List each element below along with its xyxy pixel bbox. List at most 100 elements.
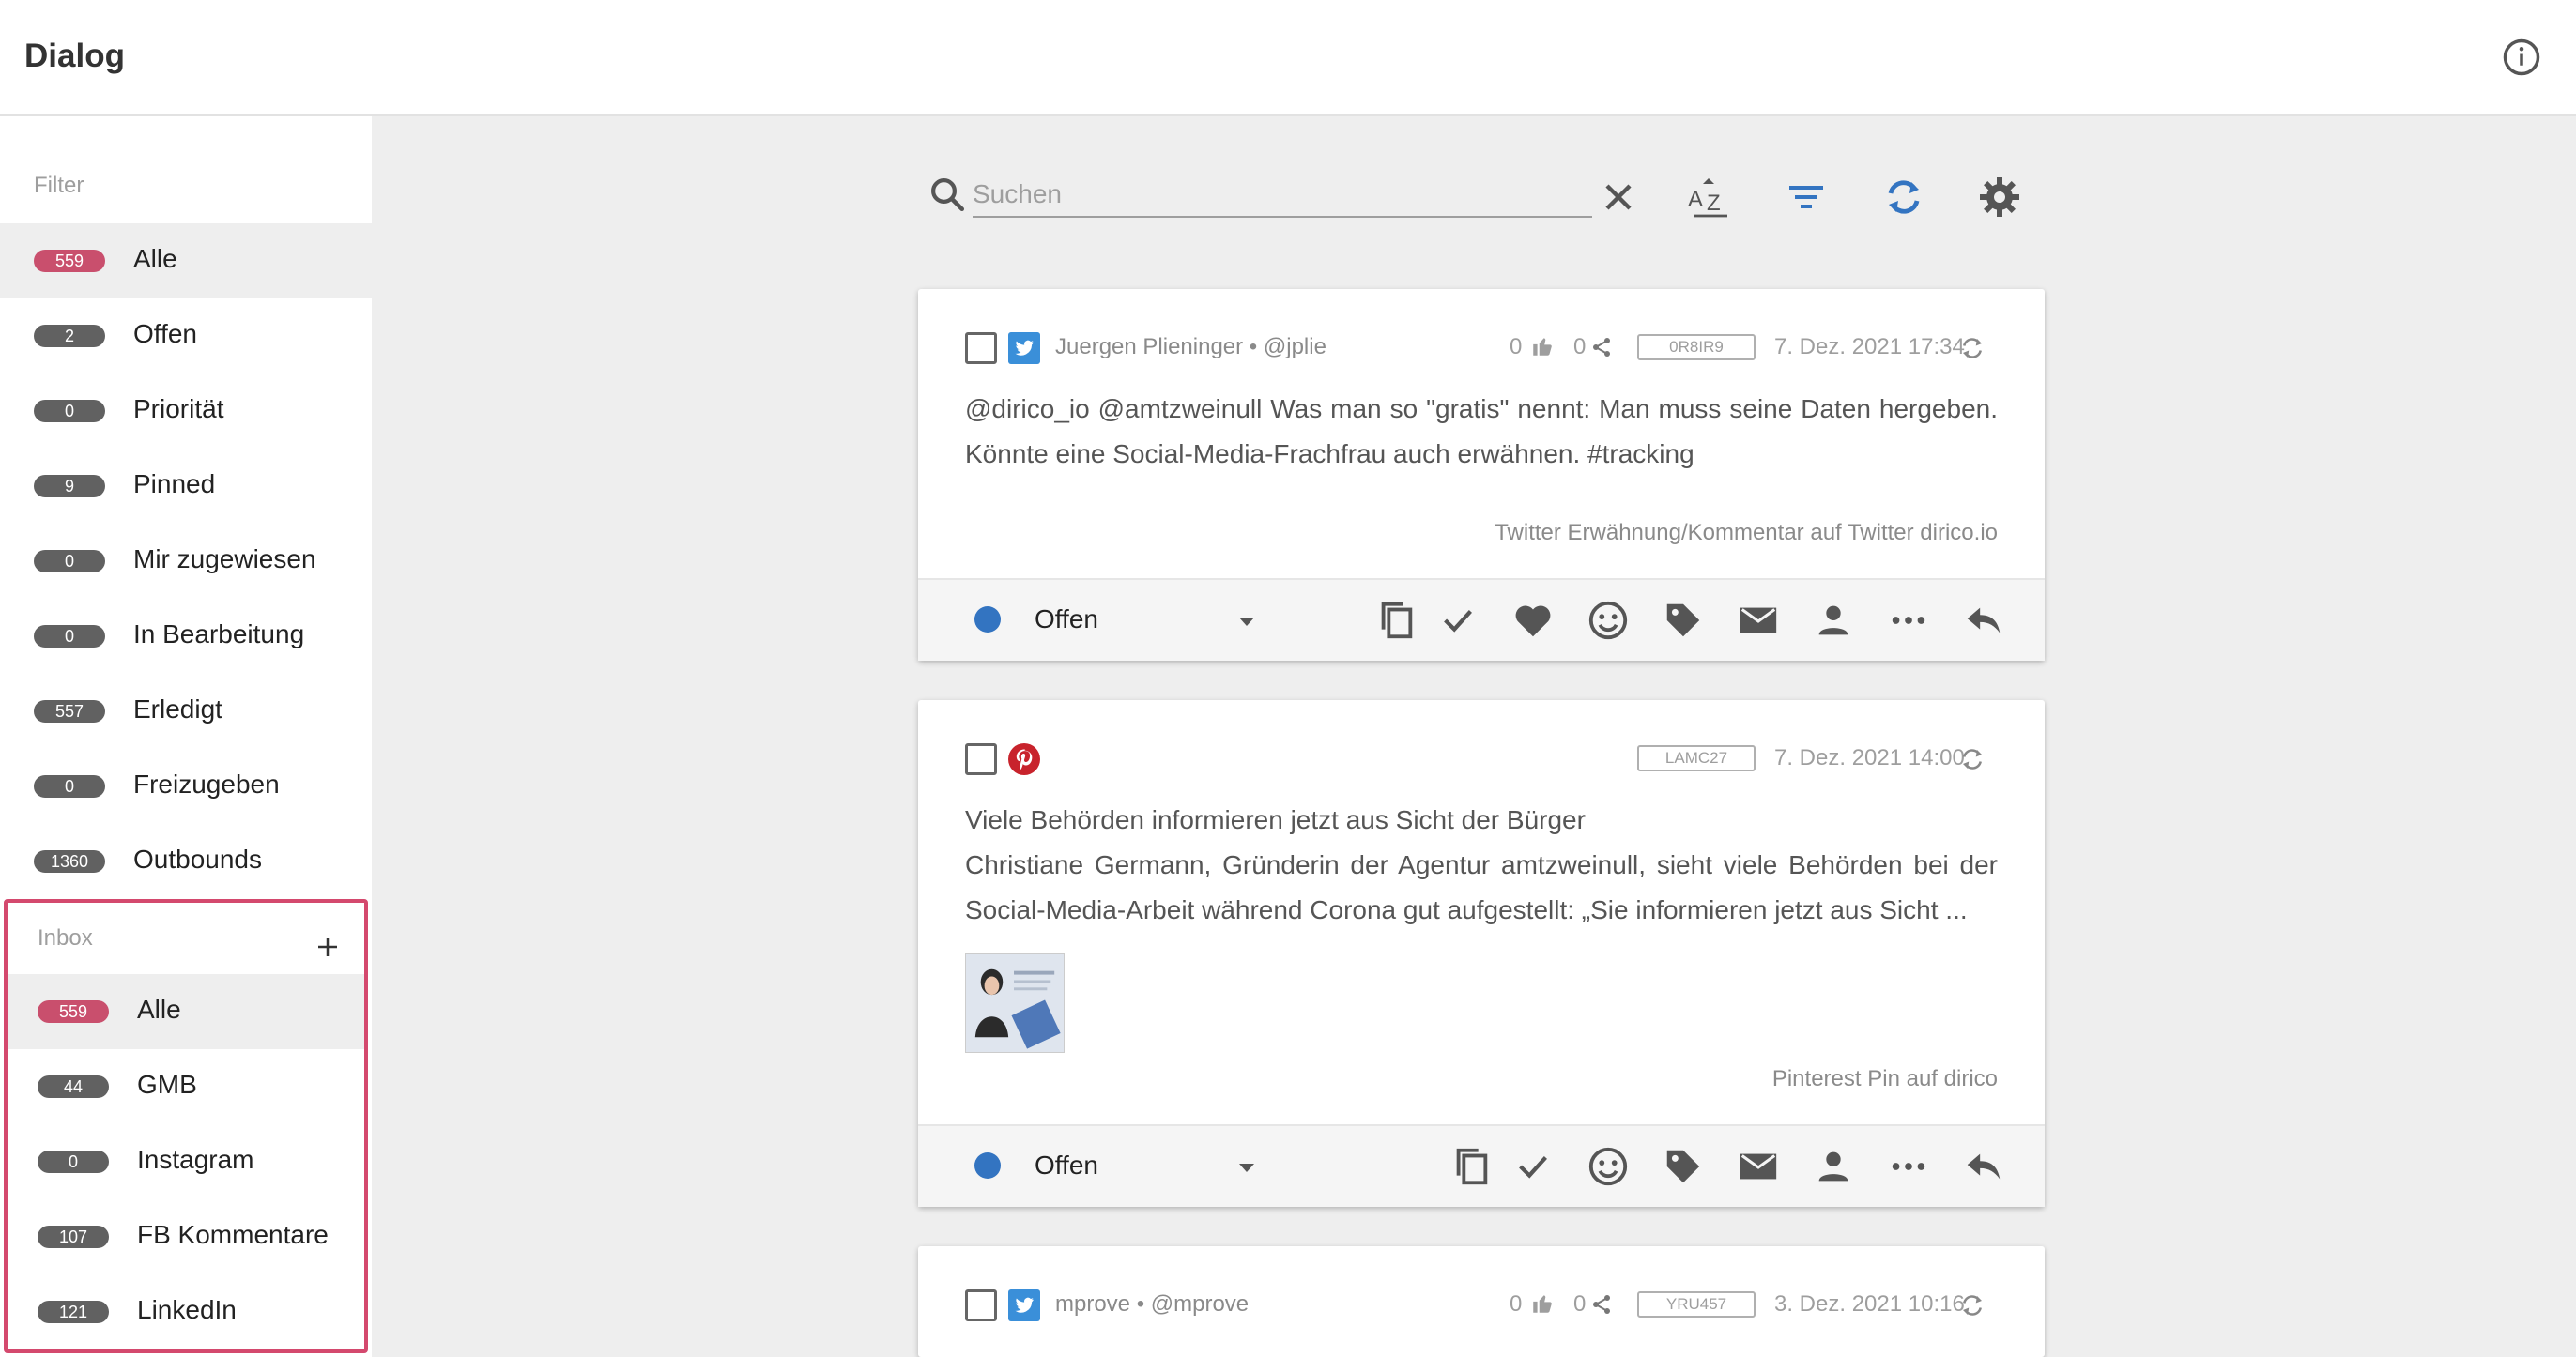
count-badge: 559	[38, 1000, 109, 1023]
inbox-item-fb-kommentare[interactable]: 107 FB Kommentare	[8, 1199, 364, 1274]
person-icon[interactable]	[1812, 599, 1855, 642]
clear-search-icon[interactable]	[1596, 175, 1641, 220]
sync-icon[interactable]	[1958, 745, 1986, 773]
message-date: 3. Dez. 2021 10:16	[1774, 1291, 1965, 1317]
message-text: @dirico_io @amtzweinull Was man so "grat…	[965, 394, 1998, 468]
more-icon[interactable]	[1887, 1145, 1930, 1188]
inbox-section: Inbox 559 Alle 44 GMB 0 Instagram 107 FB…	[4, 899, 368, 1353]
filter-item-label: Mir zugewiesen	[133, 544, 316, 573]
filter-item-freizugeben[interactable]: 0 Freizugeben	[0, 749, 372, 824]
inbox-item-label: Alle	[137, 995, 181, 1024]
filter-item-label: Erledigt	[133, 694, 222, 724]
source-account: Twitter dirico.io	[1847, 520, 1998, 545]
filter-item-label: Freizugeben	[133, 770, 280, 799]
count-badge: 1360	[34, 850, 105, 873]
filter-item-in-bearbeitung[interactable]: 0 In Bearbeitung	[0, 599, 372, 674]
filter-item-label: In Bearbeitung	[133, 619, 305, 648]
person-icon[interactable]	[1812, 1145, 1855, 1188]
inbox-item-instagram[interactable]: 0 Instagram	[8, 1124, 364, 1199]
copy-icon[interactable]	[1374, 599, 1418, 642]
check-icon[interactable]	[1436, 599, 1480, 642]
heart-icon[interactable]	[1511, 599, 1555, 642]
count-badge: 121	[38, 1301, 109, 1323]
copy-icon[interactable]	[1449, 1145, 1493, 1188]
more-icon[interactable]	[1887, 599, 1930, 642]
inbox-item-linkedin[interactable]: 121 LinkedIn	[8, 1274, 364, 1349]
tag-icon[interactable]	[1662, 1145, 1705, 1188]
card-action-bar: Offen	[918, 578, 2045, 661]
inbox-section-label: Inbox	[38, 925, 93, 951]
filter-item-alle[interactable]: 559 Alle	[0, 223, 372, 298]
card-meta: 0 0 0R8IR9 7. Dez. 2021 17:34	[1510, 330, 1998, 368]
svg-text:Z: Z	[1707, 191, 1721, 216]
message-headline: Viele Behörden informieren jetzt aus Sic…	[965, 805, 1586, 834]
tag-icon[interactable]	[1662, 599, 1705, 642]
select-checkbox[interactable]	[965, 1289, 997, 1321]
search-icon	[931, 178, 965, 212]
sort-az-icon[interactable]: A Z	[1686, 175, 1731, 220]
select-checkbox[interactable]	[965, 743, 997, 775]
status-dot	[974, 606, 1001, 633]
mail-icon[interactable]	[1737, 599, 1780, 642]
status-select[interactable]: Offen	[1035, 1151, 1098, 1181]
card-action-bar: Offen	[918, 1124, 2045, 1207]
card-meta: 0 0 YRU457 3. Dez. 2021 10:16	[1510, 1288, 1998, 1325]
filter-item-erledigt[interactable]: 557 Erledigt	[0, 674, 372, 749]
filter-item-offen[interactable]: 2 Offen	[0, 298, 372, 374]
app-title: Dialog	[24, 38, 125, 74]
message-card[interactable]: mprove • @mprove 0 0 YRU457 3. Dez. 2021…	[918, 1246, 2045, 1357]
count-badge: 0	[38, 1151, 109, 1173]
attachment-thumbnail[interactable]	[965, 953, 1065, 1053]
like-count: 0	[1510, 334, 1523, 359]
filter-item-mir-zugewiesen[interactable]: 0 Mir zugewiesen	[0, 524, 372, 599]
filter-item-label: Priorität	[133, 394, 224, 423]
filter-item-prioritaet[interactable]: 0 Priorität	[0, 374, 372, 449]
share-count: 0	[1573, 1291, 1587, 1317]
inbox-item-label: LinkedIn	[137, 1295, 237, 1324]
card-meta: LAMC27 7. Dez. 2021 14:00	[1510, 741, 1998, 779]
twitter-icon	[1008, 1289, 1040, 1321]
message-source: Pinterest Pin auf dirico	[1772, 1066, 1998, 1092]
count-badge: 0	[34, 775, 105, 798]
source-connector: auf	[1810, 520, 1842, 545]
status-select[interactable]: Offen	[1035, 604, 1098, 634]
message-card[interactable]: Juergen Plieninger • @jplie 0 0 0R8IR9 7…	[918, 289, 2045, 661]
author-name[interactable]: Juergen Plieninger • @jplie	[1055, 334, 1326, 360]
chevron-down-icon[interactable]	[1235, 1160, 1258, 1175]
check-icon[interactable]	[1511, 1145, 1555, 1188]
filter-icon[interactable]	[1784, 175, 1829, 220]
count-badge: 44	[38, 1075, 109, 1098]
share-icon	[1593, 338, 1610, 357]
add-inbox-icon[interactable]	[314, 933, 342, 961]
message-date: 7. Dez. 2021 17:34	[1774, 334, 1965, 359]
chevron-down-icon[interactable]	[1235, 614, 1258, 629]
settings-icon[interactable]	[1977, 175, 2022, 220]
reply-icon[interactable]	[1962, 599, 2005, 642]
info-icon[interactable]	[2502, 38, 2541, 77]
message-source: Twitter Erwähnung/Kommentar auf Twitter …	[1495, 520, 1998, 546]
inbox-item-label: FB Kommentare	[137, 1220, 329, 1249]
message-code-badge: YRU457	[1637, 1291, 1756, 1318]
emoji-icon[interactable]	[1587, 599, 1630, 642]
twitter-icon	[1008, 332, 1040, 364]
count-badge: 0	[34, 400, 105, 422]
filter-item-outbounds[interactable]: 1360 Outbounds	[0, 824, 372, 899]
message-card[interactable]: LAMC27 7. Dez. 2021 14:00 Viele Behörden…	[918, 700, 2045, 1207]
inbox-item-alle[interactable]: 559 Alle	[8, 974, 364, 1049]
mail-icon[interactable]	[1737, 1145, 1780, 1188]
search-input[interactable]	[973, 173, 1592, 218]
inbox-item-label: GMB	[137, 1070, 197, 1099]
author-name[interactable]: mprove • @mprove	[1055, 1291, 1249, 1318]
message-date: 7. Dez. 2021 14:00	[1774, 745, 1965, 770]
refresh-icon[interactable]	[1881, 175, 1926, 220]
message-text: Christiane Germann, Gründerin der Agentu…	[965, 850, 1998, 924]
sync-icon[interactable]	[1958, 1291, 1986, 1319]
emoji-icon[interactable]	[1587, 1145, 1630, 1188]
filter-item-pinned[interactable]: 9 Pinned	[0, 449, 372, 524]
svg-text:A: A	[1688, 187, 1703, 212]
share-icon	[1593, 1295, 1610, 1314]
select-checkbox[interactable]	[965, 332, 997, 364]
inbox-item-gmb[interactable]: 44 GMB	[8, 1049, 364, 1124]
sync-icon[interactable]	[1958, 334, 1986, 362]
reply-icon[interactable]	[1962, 1145, 2005, 1188]
